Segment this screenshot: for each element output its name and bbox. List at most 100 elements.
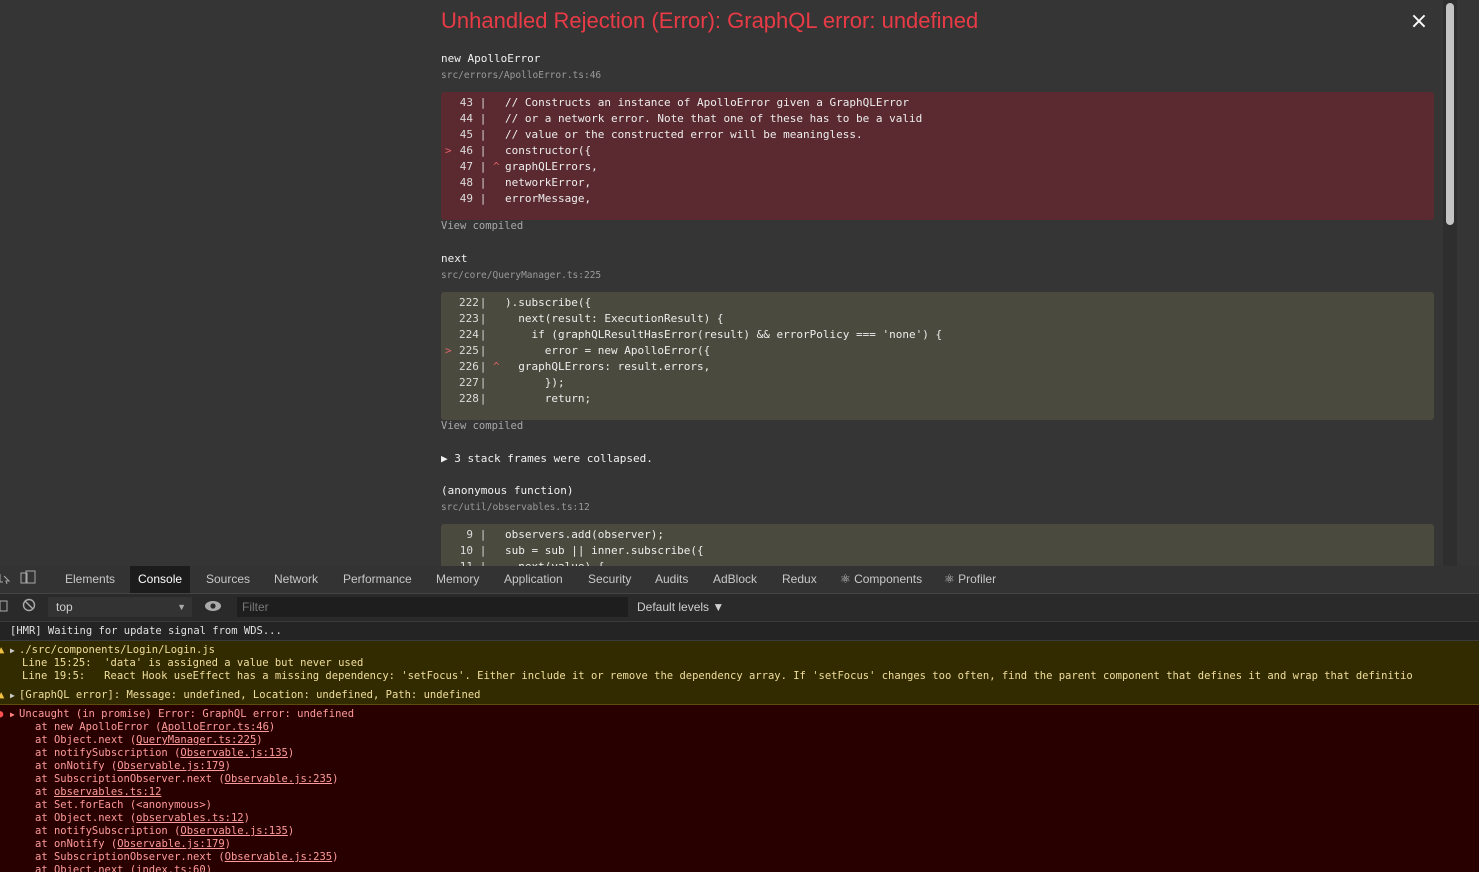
frame-function: new ApolloError	[441, 52, 541, 65]
view-compiled-link[interactable]: View compiled	[441, 220, 523, 232]
stack-trace-line: at SubscriptionObserver.next (Observable…	[35, 773, 338, 785]
line-number: 227	[459, 376, 479, 389]
tab-profiler[interactable]: ⚛ Profiler	[936, 566, 1004, 593]
code-snippet: 43 | // Constructs an instance of ApolloEr…	[441, 92, 1434, 220]
tab-security[interactable]: Security	[580, 566, 639, 593]
stack-trace-text: at Object.next (	[35, 864, 137, 872]
caret-marker	[493, 391, 505, 407]
line-number: 44	[459, 112, 473, 125]
expand-triangle-icon[interactable]: ▶	[10, 691, 15, 700]
gutter-separator: |	[479, 160, 487, 173]
line-marker: >	[445, 144, 452, 157]
code-line: 9 | observers.add(observer);	[441, 527, 1434, 543]
line-number: 222	[459, 296, 479, 309]
caret-marker	[493, 95, 505, 111]
stack-trace-text: at SubscriptionObserver.next (	[35, 851, 225, 863]
source-link[interactable]: index.ts:60	[136, 864, 206, 872]
stack-trace-text: )	[224, 838, 231, 850]
frame-file-link[interactable]: src/errors/ApolloError.ts:46	[441, 70, 601, 81]
code-text: graphQLErrors,	[505, 160, 598, 173]
tab-console[interactable]: Console	[130, 566, 191, 593]
caret-marker	[493, 175, 505, 191]
line-marker	[441, 311, 459, 327]
line-marker	[441, 159, 459, 175]
gutter-separator: |	[479, 96, 487, 109]
sidebar-toggle-icon[interactable]	[0, 594, 8, 621]
source-link[interactable]: Observable.js:179	[117, 838, 224, 850]
graphql-warning-text: [GraphQL error]: Message: undefined, Loc…	[19, 689, 481, 701]
source-link[interactable]: ApolloError.ts:46	[161, 721, 268, 733]
stack-trace-line: at notifySubscription (Observable.js:135…	[35, 747, 294, 759]
source-link[interactable]: Observable.js:179	[117, 760, 224, 772]
console-message-warning: ▲ ▶ ./src/components/Login/Login.js Line…	[0, 641, 1479, 688]
stack-trace-line: at SubscriptionObserver.next (Observable…	[35, 851, 338, 863]
gutter-separator: |	[473, 559, 493, 566]
gutter-separator: |	[479, 328, 487, 341]
tab-memory[interactable]: Memory	[428, 566, 487, 593]
stack-frame: next src/core/QueryManager.ts:225	[441, 252, 601, 281]
filter-input[interactable]	[237, 597, 628, 617]
code-line: 224 | if (graphQLResultHasError(result) &…	[441, 327, 1434, 343]
source-link[interactable]: QueryManager.ts:225	[136, 734, 256, 746]
source-link[interactable]: Observable.js:235	[225, 773, 332, 785]
collapsed-frames-toggle[interactable]: ▶ 3 stack frames were collapsed.	[441, 452, 653, 465]
code-text: if (graphQLResultHasError(result) && err…	[505, 328, 943, 341]
device-toolbar-icon[interactable]	[20, 566, 36, 593]
frame-file-link[interactable]: src/util/observables.ts:12	[441, 502, 590, 513]
line-marker	[441, 527, 459, 543]
tab-audits[interactable]: Audits	[647, 566, 696, 593]
line-number: 46	[459, 144, 473, 157]
source-link[interactable]: Observable.js:135	[180, 825, 287, 837]
tab-application[interactable]: Application	[496, 566, 571, 593]
warning-file[interactable]: ./src/components/Login/Login.js	[19, 644, 215, 656]
code-text: // or a network error. Note that one of …	[505, 112, 923, 125]
source-link[interactable]: Observable.js:235	[225, 851, 332, 863]
tab-sources[interactable]: Sources	[198, 566, 258, 593]
source-link[interactable]: observables.ts:12	[54, 786, 161, 798]
log-levels-dropdown[interactable]: Default levels ▼	[637, 594, 724, 621]
source-link[interactable]: Observable.js:135	[180, 747, 287, 759]
code-snippet: 9 | observers.add(observer); 10 | sub = sub |…	[441, 524, 1434, 566]
view-compiled-link[interactable]: View compiled	[441, 420, 523, 432]
code-line: 43 | // Constructs an instance of ApolloEr…	[441, 95, 1434, 111]
frame-file-link[interactable]: src/core/QueryManager.ts:225	[441, 270, 601, 281]
stack-trace-line: at Object.next (observables.ts:12)	[35, 812, 250, 824]
stack-trace-text: )	[256, 734, 263, 746]
gutter-separator: |	[479, 392, 487, 405]
code-text: constructor({	[505, 144, 592, 157]
context-select[interactable]: top ▼	[48, 597, 192, 617]
stack-trace-line: at Set.forEach (<anonymous>)	[35, 799, 212, 811]
warning-line: Line 19:5: React Hook useEffect has a mi…	[22, 670, 1413, 682]
tab-components[interactable]: ⚛ Components	[832, 566, 930, 593]
code-line: 228 | return;	[441, 391, 1434, 407]
line-number: 226	[459, 360, 479, 373]
gutter-separator: |	[479, 112, 487, 125]
line-number: 43	[459, 96, 473, 109]
code-text: sub = sub || inner.subscribe({	[505, 544, 704, 557]
tab-adblock[interactable]: AdBlock	[705, 566, 765, 593]
error-icon: ●	[0, 708, 4, 720]
inspect-element-icon[interactable]	[0, 566, 11, 593]
clear-console-icon[interactable]	[22, 594, 36, 621]
expand-triangle-icon[interactable]: ▶	[10, 710, 15, 719]
caret-marker	[493, 327, 505, 343]
tab-elements[interactable]: Elements	[57, 566, 123, 593]
eye-icon[interactable]	[204, 594, 222, 621]
stack-trace-text: )	[268, 721, 276, 733]
line-marker	[441, 111, 459, 127]
caret-marker	[493, 311, 505, 327]
tab-redux[interactable]: Redux	[774, 566, 825, 593]
gutter-separator: |	[479, 312, 487, 325]
console-message-error: ● ▶ Uncaught (in promise) Error: GraphQL…	[0, 705, 1479, 872]
tab-performance[interactable]: Performance	[335, 566, 420, 593]
stack-trace-text: at SubscriptionObserver.next (	[35, 773, 225, 785]
overlay-scrollbar-thumb[interactable]	[1446, 3, 1454, 225]
tab-network[interactable]: Network	[266, 566, 326, 593]
close-icon[interactable]: ×	[1409, 10, 1429, 34]
code-line: 48 | networkError,	[441, 175, 1434, 191]
expand-triangle-icon[interactable]: ▶	[10, 646, 15, 655]
source-link[interactable]: observables.ts:12	[136, 812, 243, 824]
console-message-warning: ▲ ▶ [GraphQL error]: Message: undefined,…	[0, 687, 1479, 705]
code-text: graphQLErrors: result.errors,	[505, 360, 711, 373]
hmr-message: [HMR] Waiting for update signal from WDS…	[10, 625, 282, 637]
